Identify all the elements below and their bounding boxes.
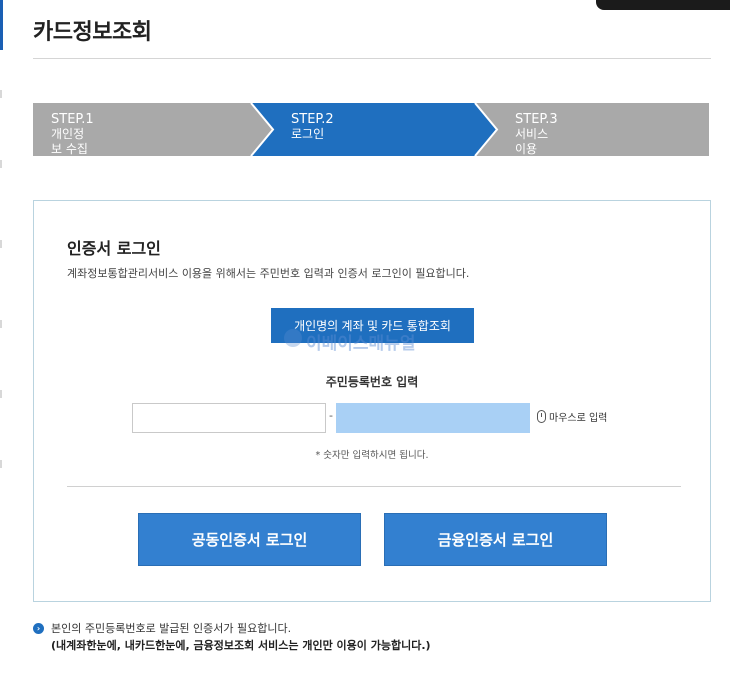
cert-login-title: 인증서 로그인 [67,239,161,258]
mouse-input-label: 마우스로 입력 [549,413,608,424]
public-cert-login-button[interactable]: 공동인증서 로그인 [138,513,361,566]
step-2-label: 로그인 [291,127,325,141]
step-indicator: STEP.1 개인정보 수집 및 이용동의 STEP.2 로그인 STEP.3 … [33,103,709,186]
watermark-logo-icon [284,329,302,347]
rrn-hint: * 숫자만 입력하시면 됩니다. [315,450,429,461]
step-3-number: STEP.3 [515,112,558,127]
cert-login-panel: 인증서 로그인 계좌정보통합관리서비스 이용을 위해서는 주민번호 입력과 인증… [33,200,711,602]
step-1-number: STEP.1 [51,112,94,127]
step-2-number: STEP.2 [291,112,334,127]
info-chevron-icon: › [33,623,44,634]
top-right-overlay [596,0,730,10]
mouse-input-button[interactable]: 마우스로 입력 [537,409,607,424]
step-arrows [33,103,709,156]
notice-line-2: (내계좌한눈에, 내카드한눈에, 금융정보조회 서비스는 개인만 이용이 가능합… [51,639,431,652]
panel-divider [67,486,681,487]
cert-login-description: 계좌정보통합관리서비스 이용을 위해서는 주민번호 입력과 인증서 로그인이 필… [67,267,470,280]
notice-line-1: 본인의 주민등록번호로 발급된 인증서가 필요합니다. [51,622,292,635]
page-title: 카드정보조회 [33,20,152,45]
rrn-front-input[interactable] [132,403,326,433]
rrn-back-input[interactable] [336,403,530,433]
step-3-label: 서비스 이용 [515,127,549,156]
step-2-shape [251,103,497,156]
rrn-separator: - [329,409,333,422]
notice-text: 본인의 주민등록번호로 발급된 인증서가 필요합니다. (내계좌한눈에, 내카드… [51,620,431,654]
step-3-shape [475,103,709,156]
mouse-icon [537,410,546,423]
title-divider [33,58,711,59]
left-accent-bar [0,0,3,50]
rrn-label: 주민등록번호 입력 [325,375,419,389]
finance-cert-login-button[interactable]: 금융인증서 로그인 [384,513,607,566]
step-1-label: 개인정보 수집 및 이용동의 [51,127,88,186]
